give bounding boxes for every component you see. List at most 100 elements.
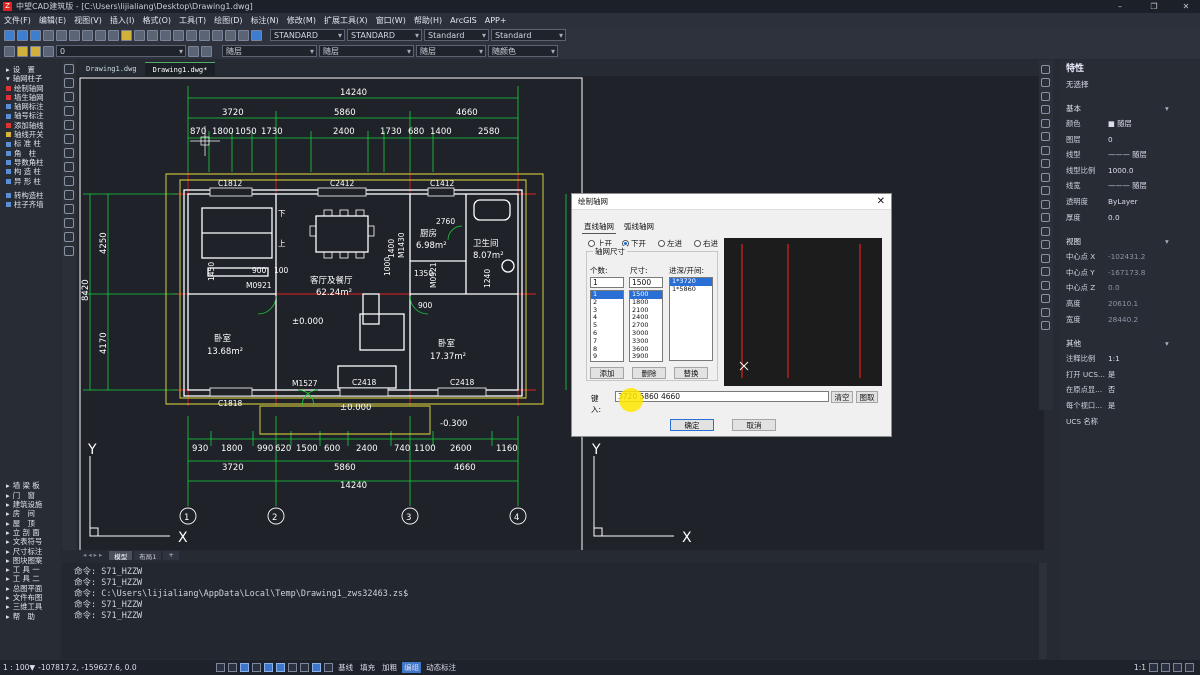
menu-3d-tools[interactable]: ▸ 三维工具 [0,602,60,611]
copy-icon[interactable] [95,29,106,41]
menu-modify[interactable]: 修改(M) [283,15,320,26]
layer-freeze-icon[interactable] [30,45,41,57]
lineweight-select[interactable]: 随层 [416,45,486,57]
menu-blocks-hatch[interactable]: ▸ 图块图案 [0,556,60,565]
size-input[interactable]: 1500 [629,277,663,288]
preview-icon[interactable] [56,29,67,41]
arc-tool-icon[interactable] [64,92,74,102]
radio-right[interactable]: 右进 [694,238,718,249]
layer-previous-icon[interactable] [201,45,212,57]
tab-add-layout[interactable]: + [163,551,179,560]
menu-doors-windows[interactable]: ▸ 门 窗 [0,491,60,500]
tab-drawing1-active[interactable]: Drawing1.dwg* [144,62,216,76]
mtext-tool-icon[interactable] [64,246,74,256]
menu-format[interactable]: 格式(O) [138,15,175,26]
stretch-tool-icon[interactable] [1041,172,1050,182]
qp-toggle-icon[interactable] [324,663,334,672]
menu-view[interactable]: 视图(V) [70,15,106,26]
replace-button[interactable]: 替换 [674,367,708,379]
block-insert-icon[interactable] [1041,307,1050,317]
count-input[interactable]: 1 [590,277,624,288]
polygon-tool-icon[interactable] [64,106,74,116]
make-current-icon[interactable] [188,45,199,57]
break-tool-icon[interactable] [1041,213,1050,222]
tab-drawing1[interactable]: Drawing1.dwg [78,62,145,76]
properties-tool-icon[interactable] [1041,280,1050,290]
ortho-toggle-icon[interactable] [240,663,250,672]
section-other[interactable]: 其他 [1060,337,1200,351]
extend-tool-icon[interactable] [1041,199,1050,209]
selection-dropdown[interactable]: 无选择 [1060,78,1200,92]
plotstyle-select[interactable]: 随颜色 [488,45,558,57]
match-properties-icon[interactable] [121,29,132,41]
menu-roof[interactable]: ▸ 屋 顶 [0,519,60,528]
layer-tool-icon[interactable] [1041,294,1050,303]
tool-palette-icon[interactable] [238,29,249,41]
menu-settings[interactable]: ▸ 设 置 [0,65,60,74]
new-file-icon[interactable] [4,29,15,41]
tab-model[interactable]: 模型 [109,551,133,561]
paste-icon[interactable] [108,29,119,41]
otrack-toggle-icon[interactable] [276,663,286,672]
drawing-canvas[interactable]: 1 2 3 4 14240 3720 5860 4660 870 1800 10… [78,76,1044,550]
block-tool-icon[interactable] [64,176,74,186]
list-item[interactable]: 9 [591,353,623,361]
menu-tools-2[interactable]: ▸ 工 具 二 [0,574,60,583]
move-tool-icon[interactable] [1041,132,1050,141]
size-list[interactable]: 1500 1800 2100 2400 2700 3000 3300 3600 3900 [629,290,663,362]
snap-toggle-icon[interactable] [216,663,226,672]
menu-axis-column[interactable]: ▾ 轴网柱子 [0,74,60,83]
menu-wall-to-axis[interactable]: 墙生轴网 [0,93,60,102]
osnap-toggle-icon[interactable] [264,663,274,672]
menu-tools-1[interactable]: ▸ 工 具 一 [0,565,60,574]
group-toggle[interactable]: 编组 [402,662,422,673]
pan-icon[interactable] [160,29,171,41]
menu-draw[interactable]: 绘图(D) [210,15,246,26]
command-scrollbar[interactable] [1039,563,1047,659]
minimize-button[interactable]: – [1106,0,1134,13]
menu-tools[interactable]: 工具(T) [175,15,210,26]
print-icon[interactable] [43,29,54,41]
match-tool-icon[interactable] [1041,321,1050,330]
menu-axis-toggle[interactable]: 轴线开关 [0,130,60,139]
menu-express[interactable]: 扩展工具(X) [320,15,372,26]
count-list[interactable]: 123456789 [590,290,624,362]
linetype-select[interactable]: 随层 [319,45,414,57]
mirror-tool-icon[interactable] [1041,91,1050,101]
radio-left[interactable]: 左进 [658,238,682,249]
cancel-button[interactable]: 取消 [732,419,776,431]
dyn-toggle-icon[interactable] [288,663,298,672]
zoom-icon[interactable] [173,29,184,41]
menu-help-panel[interactable]: ▸ 帮 助 [0,612,60,621]
undo-icon[interactable] [134,29,145,41]
rotate-tool-icon[interactable] [1041,145,1050,155]
annotation-visibility-icon[interactable] [1149,663,1158,672]
menu-help[interactable]: 帮助(H) [410,15,446,26]
line-tool-icon[interactable] [64,64,74,74]
menu-text-symbols[interactable]: ▸ 文表符号 [0,537,60,546]
menu-insert[interactable]: 插入(I) [106,15,139,26]
tp-toggle-icon[interactable] [312,663,322,672]
fillet-tool-icon[interactable] [1041,253,1050,263]
dialog-titlebar[interactable]: 绘制轴网 ✕ [572,194,891,210]
baseline-toggle[interactable]: 基线 [336,662,355,673]
lwt-toggle-icon[interactable] [300,663,310,672]
menu-dimensions[interactable]: ▸ 尺寸标注 [0,547,60,556]
zoom-previous-icon[interactable] [199,29,210,41]
hatch-tool-icon[interactable] [64,204,74,214]
status-scale-right[interactable]: 1:1 [1134,663,1146,672]
section-basic[interactable]: 基本 [1060,102,1200,116]
layer-on-icon[interactable] [17,45,28,57]
menu-draw-axis[interactable]: 绘制轴网 [0,84,60,93]
menu-window[interactable]: 窗口(W) [372,15,410,26]
polar-toggle-icon[interactable] [252,663,262,672]
copy-tool-icon[interactable] [1041,78,1050,87]
annotation-scale[interactable]: 1 : 100▼ [3,663,35,672]
menu-edit[interactable]: 编辑(E) [35,15,70,26]
tab-straight-axis[interactable]: 直线轴网 [582,220,616,234]
layer-manager-icon[interactable] [4,45,15,57]
menu-add-axis[interactable]: 添加轴线 [0,121,60,130]
dialog-close-icon[interactable]: ✕ [877,194,885,210]
fullscreen-icon[interactable] [1185,663,1194,672]
menu-align-column[interactable]: 柱子齐墙 [0,200,60,209]
